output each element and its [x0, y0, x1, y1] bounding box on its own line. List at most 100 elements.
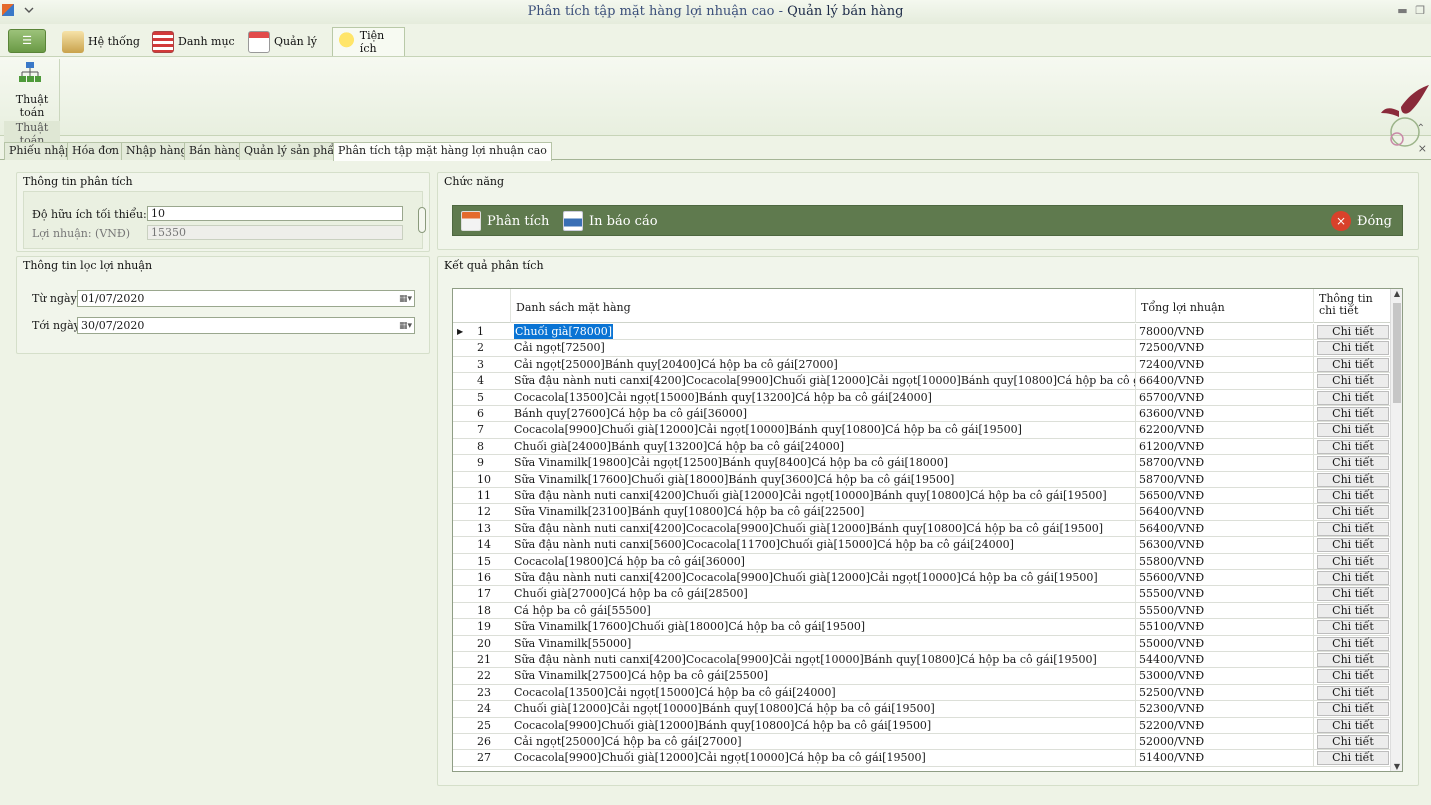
- detail-button[interactable]: Chi tiết: [1317, 620, 1389, 635]
- row-header[interactable]: [453, 685, 477, 702]
- detail-button[interactable]: Chi tiết: [1317, 571, 1389, 585]
- detail-button[interactable]: Chi tiết: [1317, 653, 1389, 667]
- ribbon-tab-he-thong[interactable]: Hệ thống: [58, 27, 146, 56]
- total-profit-cell[interactable]: 56400/VNĐ: [1136, 504, 1314, 521]
- ribbon-tab-quan-ly[interactable]: Quản lý: [244, 27, 323, 56]
- row-header[interactable]: [453, 750, 477, 767]
- item-set-cell[interactable]: Sữa đậu nành nuti canxi[5600]Cocacola[11…: [511, 537, 1136, 554]
- detail-button[interactable]: Chi tiết: [1317, 489, 1389, 503]
- item-set-cell[interactable]: Sữa Vinamilk[17600]Chuối già[18000]Cá hộ…: [511, 619, 1136, 636]
- fhm-algorithm-button[interactable]: Thuật toán FHM: [4, 59, 60, 132]
- doc-tab-ban-hang[interactable]: Bán hàng: [184, 142, 247, 160]
- scroll-thumb[interactable]: [1393, 303, 1401, 403]
- row-header[interactable]: [453, 570, 477, 587]
- total-profit-cell[interactable]: 55600/VNĐ: [1136, 570, 1314, 587]
- item-set-cell[interactable]: Cải ngọt[72500]: [511, 340, 1136, 357]
- column-header-total[interactable]: Tổng lợi nhuận: [1136, 289, 1314, 323]
- item-set-cell[interactable]: Sữa Vinamilk[55000]: [511, 635, 1136, 652]
- table-row[interactable]: 15 Cocacola[19800]Cá hộp ba cô gái[36000]…: [453, 553, 1392, 570]
- item-set-cell[interactable]: Sữa Vinamilk[19800]Cải ngọt[12500]Bánh q…: [511, 455, 1136, 472]
- row-header[interactable]: [453, 652, 477, 669]
- total-profit-cell[interactable]: 52300/VNĐ: [1136, 701, 1314, 718]
- table-row[interactable]: 23 Cocacola[13500]Cải ngọt[15000]Cá hộp b…: [453, 684, 1392, 702]
- total-profit-cell[interactable]: 56500/VNĐ: [1136, 488, 1314, 505]
- total-profit-cell[interactable]: 55000/VNĐ: [1136, 635, 1314, 652]
- detail-button[interactable]: Chi tiết: [1317, 472, 1389, 487]
- item-set-cell[interactable]: Cocacola[19800]Cá hộp ba cô gái[36000]: [511, 553, 1136, 570]
- table-row[interactable]: 11 Sữa đậu nành nuti canxi[4200]Chuối già…: [453, 488, 1392, 505]
- item-set-cell[interactable]: Chuối già[12000]Cải ngọt[10000]Bánh quy[…: [511, 701, 1136, 718]
- row-header[interactable]: [453, 701, 477, 718]
- item-set-cell[interactable]: Sữa Vinamilk[23100]Bánh quy[10800]Cá hộp…: [511, 504, 1136, 521]
- total-profit-cell[interactable]: 51400/VNĐ: [1136, 750, 1314, 767]
- row-header[interactable]: [453, 521, 477, 538]
- row-header[interactable]: [453, 586, 477, 603]
- table-row[interactable]: 4 Sữa đậu nành nuti canxi[4200]Cocacola[9…: [453, 373, 1392, 390]
- item-set-cell[interactable]: Sữa Vinamilk[27500]Cá hộp ba cô gái[2550…: [511, 668, 1136, 685]
- row-header[interactable]: [453, 619, 477, 636]
- total-profit-cell[interactable]: 63600/VNĐ: [1136, 406, 1314, 423]
- row-header[interactable]: [453, 504, 477, 521]
- total-profit-cell[interactable]: 72400/VNĐ: [1136, 356, 1314, 374]
- analyze-button[interactable]: Phân tích: [461, 210, 549, 232]
- detail-button[interactable]: Chi tiết: [1317, 751, 1389, 766]
- table-row[interactable]: 2 Cải ngọt[72500] 72500/VNĐ Chi tiết: [453, 340, 1392, 357]
- table-row[interactable]: 22 Sữa Vinamilk[27500]Cá hộp ba cô gái[25…: [453, 668, 1392, 685]
- row-header[interactable]: ▶: [453, 324, 477, 341]
- table-row[interactable]: 10 Sữa Vinamilk[17600]Chuối già[18000]Bán…: [453, 471, 1392, 488]
- detail-button[interactable]: Chi tiết: [1317, 374, 1389, 389]
- detail-button[interactable]: Chi tiết: [1317, 554, 1389, 569]
- detail-button[interactable]: Chi tiết: [1317, 669, 1389, 684]
- item-set-cell[interactable]: Cải ngọt[25000]Cá hộp ba cô gái[27000]: [511, 734, 1136, 751]
- row-header[interactable]: [453, 357, 477, 374]
- item-set-cell[interactable]: Sữa Vinamilk[17600]Chuối già[18000]Bánh …: [511, 471, 1136, 488]
- row-header[interactable]: [453, 390, 477, 406]
- detail-button[interactable]: Chi tiết: [1317, 505, 1389, 520]
- ribbon-collapse-icon[interactable]: ⌃: [1417, 123, 1425, 134]
- item-set-cell[interactable]: Cá hộp ba cô gái[55500]: [511, 602, 1136, 620]
- grid-vertical-scrollbar[interactable]: ▲ ▼: [1390, 289, 1402, 771]
- detail-button[interactable]: Chi tiết: [1317, 357, 1389, 372]
- row-header[interactable]: [453, 554, 477, 570]
- from-date-picker[interactable]: 01/07/2020 ▦▾: [77, 290, 415, 307]
- doc-tab-hoa-don[interactable]: Hóa đơn: [67, 142, 125, 160]
- close-button[interactable]: × Đóng: [1330, 210, 1392, 232]
- table-row[interactable]: 17 Chuối già[27000]Cá hộp ba cô gái[28500…: [453, 586, 1392, 603]
- total-profit-cell[interactable]: 56400/VNĐ: [1136, 520, 1314, 538]
- table-row[interactable]: 6 Bánh quy[27600]Cá hộp ba cô gái[36000] 6…: [453, 406, 1392, 423]
- row-header[interactable]: [453, 340, 477, 357]
- detail-button[interactable]: Chi tiết: [1317, 636, 1389, 651]
- table-row[interactable]: 25 Cocacola[9900]Chuối già[12000]Bánh quy…: [453, 717, 1392, 734]
- close-tab-icon[interactable]: ×: [1418, 142, 1427, 155]
- row-header[interactable]: [453, 439, 477, 456]
- total-profit-cell[interactable]: 58700/VNĐ: [1136, 455, 1314, 472]
- row-header[interactable]: [453, 537, 477, 554]
- item-set-cell[interactable]: Chuối già[27000]Cá hộp ba cô gái[28500]: [511, 586, 1136, 603]
- table-row[interactable]: 7 Cocacola[9900]Chuối già[12000]Cải ngọt[…: [453, 422, 1392, 439]
- table-row[interactable]: 14 Sữa đậu nành nuti canxi[5600]Cocacola[…: [453, 537, 1392, 554]
- table-row[interactable]: 20 Sữa Vinamilk[55000] 55000/VNĐ Chi tiết: [453, 635, 1392, 652]
- item-set-cell[interactable]: Chuối già[24000]Bánh quy[13200]Cá hộp ba…: [511, 438, 1136, 456]
- table-row[interactable]: 26 Cải ngọt[25000]Cá hộp ba cô gái[27000]…: [453, 734, 1392, 751]
- table-row[interactable]: 12 Sữa Vinamilk[23100]Bánh quy[10800]Cá h…: [453, 504, 1392, 521]
- total-profit-cell[interactable]: 55500/VNĐ: [1136, 586, 1314, 603]
- to-date-picker[interactable]: 30/07/2020 ▦▾: [77, 317, 415, 334]
- total-profit-cell[interactable]: 52500/VNĐ: [1136, 684, 1314, 702]
- detail-button[interactable]: Chi tiết: [1317, 685, 1389, 700]
- print-report-button[interactable]: In báo cáo: [563, 210, 658, 232]
- detail-button[interactable]: Chi tiết: [1317, 538, 1389, 553]
- item-set-cell[interactable]: Cocacola[9900]Chuối già[12000]Cải ngọt[1…: [511, 750, 1136, 767]
- item-set-cell[interactable]: Sữa đậu nành nuti canxi[4200]Cocacola[99…: [511, 520, 1136, 538]
- detail-button[interactable]: Chi tiết: [1317, 423, 1389, 438]
- detail-button[interactable]: Chi tiết: [1317, 325, 1389, 339]
- total-profit-cell[interactable]: 62200/VNĐ: [1136, 422, 1314, 439]
- row-header[interactable]: [453, 472, 477, 488]
- item-set-cell[interactable]: Cocacola[9900]Chuối già[12000]Bánh quy[1…: [511, 717, 1136, 734]
- ribbon-tab-danh-muc[interactable]: Danh mục: [148, 27, 241, 56]
- item-set-cell[interactable]: Sữa đậu nành nuti canxi[4200]Cocacola[99…: [511, 373, 1136, 390]
- row-header[interactable]: [453, 718, 477, 734]
- table-row[interactable]: 21 Sữa đậu nành nuti canxi[4200]Cocacola[…: [453, 652, 1392, 669]
- detail-button[interactable]: Chi tiết: [1317, 521, 1389, 536]
- total-profit-cell[interactable]: 55500/VNĐ: [1136, 602, 1314, 620]
- row-header[interactable]: [453, 734, 477, 751]
